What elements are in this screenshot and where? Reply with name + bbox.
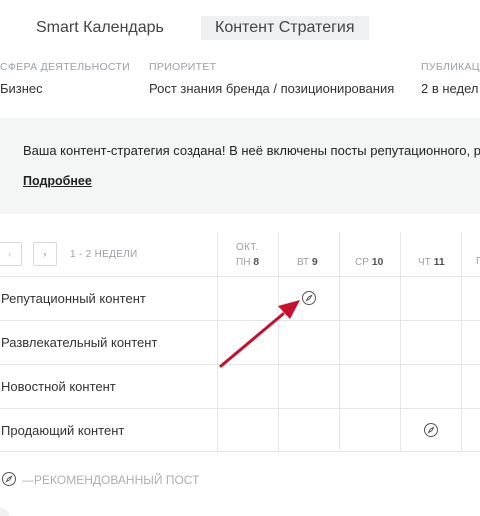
legend-text: —РЕКОМЕНДОВАННЫЙ ПОСТ <box>22 473 200 487</box>
compass-icon <box>2 472 16 486</box>
annotation-arrow <box>219 300 300 368</box>
